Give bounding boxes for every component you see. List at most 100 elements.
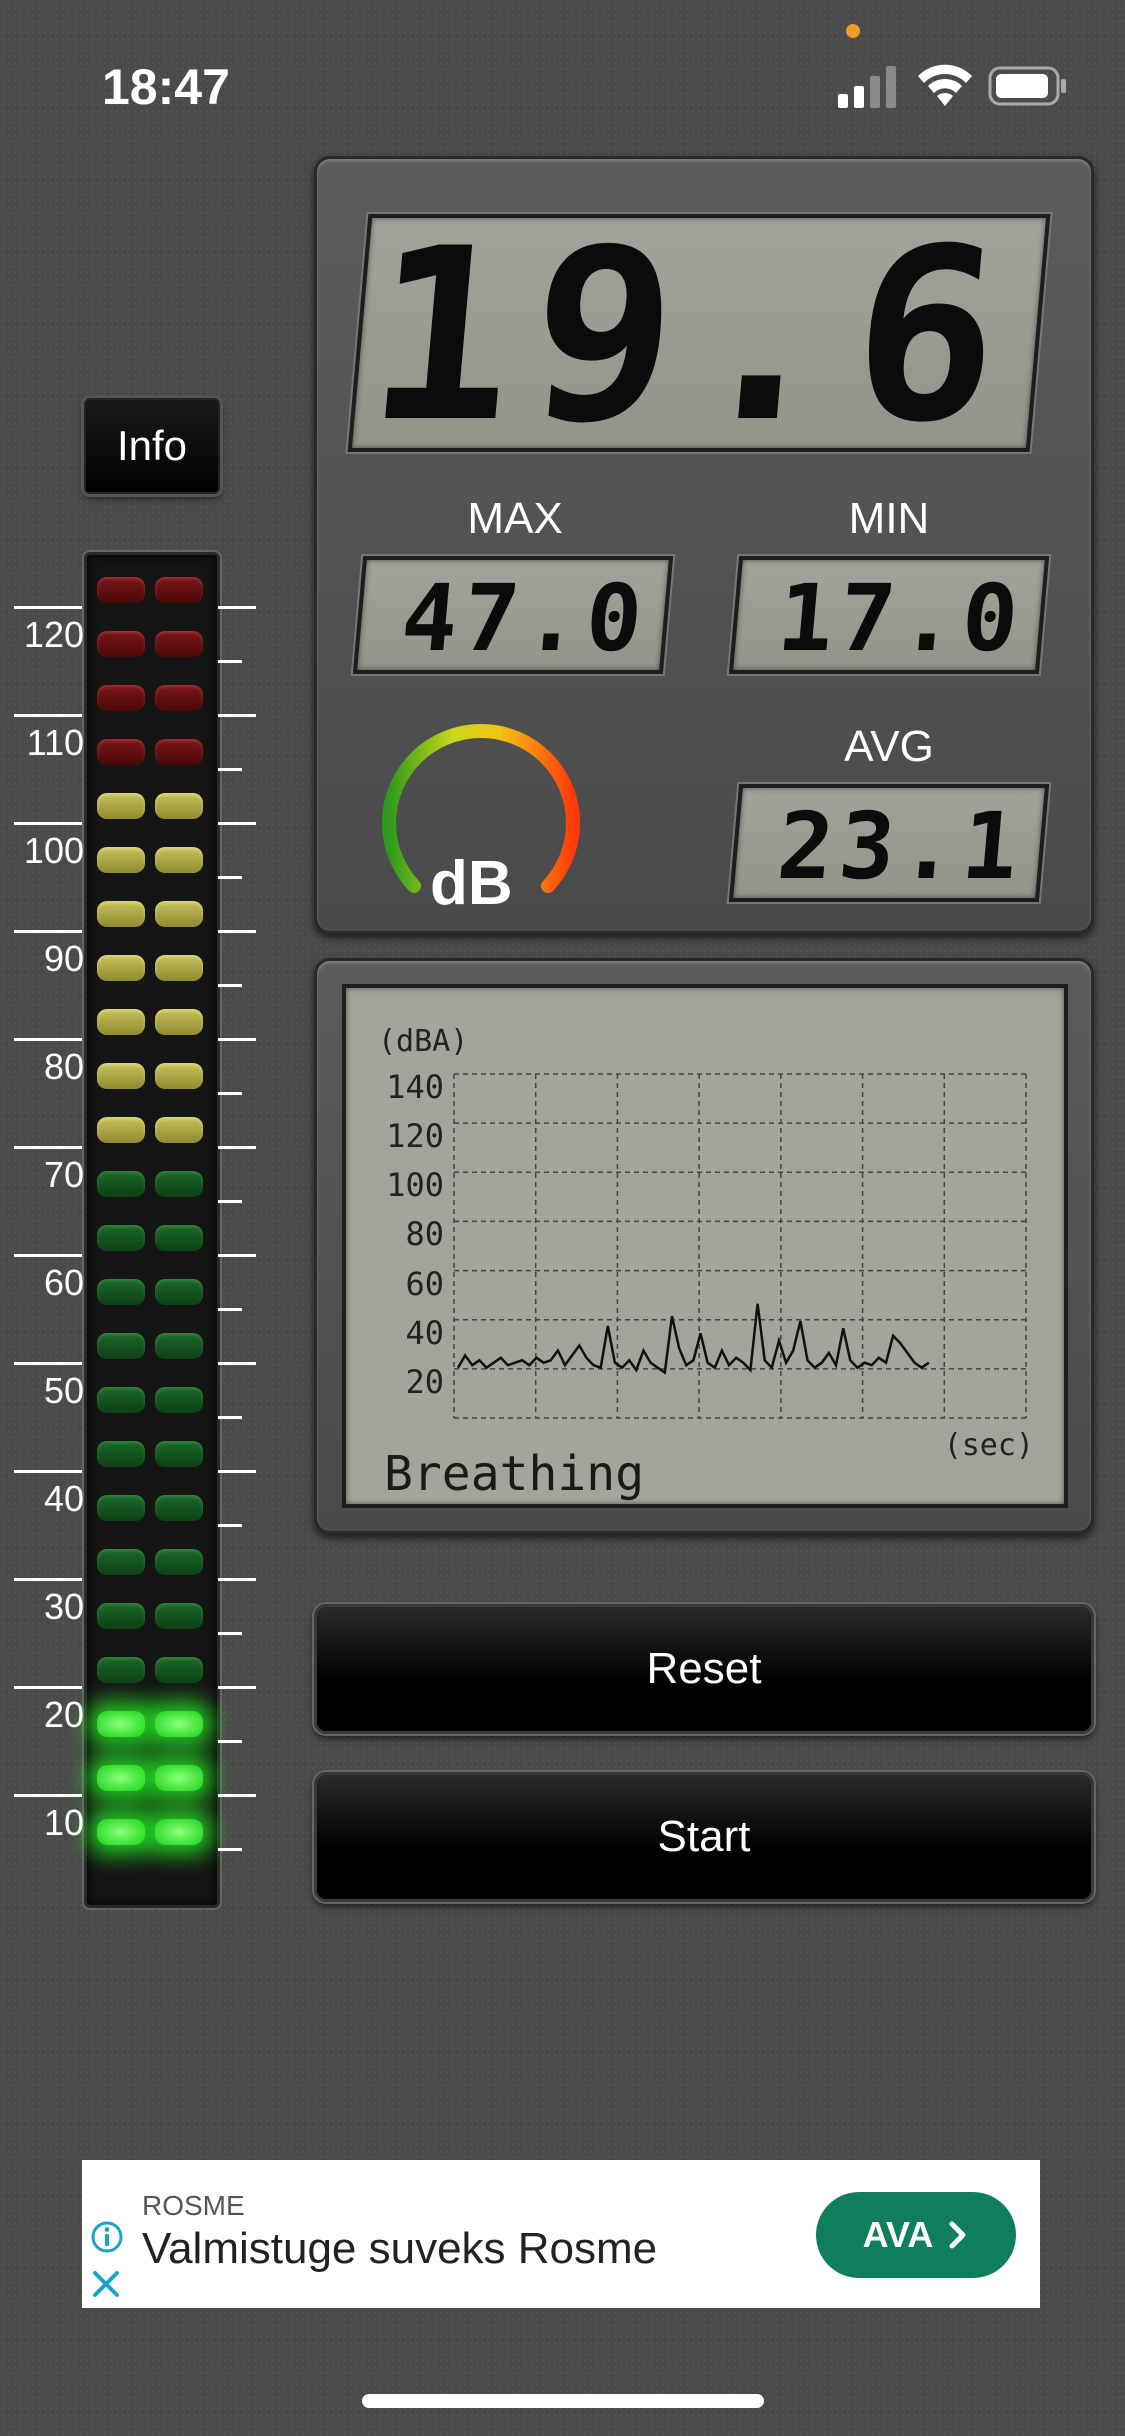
scale-tick <box>218 1470 256 1473</box>
ad-cta-button[interactable]: AVA <box>816 2192 1016 2278</box>
scale-tick <box>218 930 256 933</box>
graph-y-tick-label: 100 <box>386 1166 444 1205</box>
led-segment <box>97 1063 145 1089</box>
ad-info-icon[interactable] <box>90 2220 124 2254</box>
led-segment <box>97 1225 145 1251</box>
scale-tick <box>218 1848 242 1851</box>
graph-y-tick-label: 20 <box>405 1362 444 1401</box>
scale-tick <box>218 822 256 825</box>
scale-tick <box>14 1794 82 1797</box>
reset-button[interactable]: Reset <box>314 1604 1094 1734</box>
led-segment <box>97 847 145 873</box>
scale-label: 60 <box>43 1262 84 1303</box>
scale-label: 70 <box>43 1154 84 1195</box>
max-value-display: 47.0 <box>352 556 674 674</box>
scale-tick <box>218 1632 242 1635</box>
scale-tick <box>218 1794 256 1797</box>
start-button[interactable]: Start <box>314 1772 1094 1902</box>
scale-tick <box>218 984 242 987</box>
led-segment <box>97 955 145 981</box>
scale-tick <box>218 1200 242 1203</box>
scale-label: 20 <box>43 1694 84 1735</box>
led-segment <box>155 1171 203 1197</box>
current-db-display: 19.6 <box>347 198 1051 475</box>
scale-label: 10 <box>43 1802 84 1843</box>
scale-tick <box>218 606 256 609</box>
scale-tick <box>218 1740 242 1743</box>
led-segment <box>97 685 145 711</box>
camera-indicator-dot <box>846 24 860 38</box>
scale-label: 90 <box>43 938 84 979</box>
ad-close-icon[interactable] <box>90 2268 122 2300</box>
led-segment <box>155 631 203 657</box>
scale-tick <box>218 1038 256 1041</box>
scale-tick <box>14 1470 82 1473</box>
led-segment <box>155 1603 203 1629</box>
scale-tick <box>14 606 82 609</box>
ad-banner[interactable]: ROSME Valmistuge suveks Rosme AVA <box>82 2160 1040 2308</box>
scale-label: 100 <box>23 830 84 871</box>
led-segment <box>97 1495 145 1521</box>
scale-tick <box>218 1362 256 1365</box>
avg-value-display: 23.1 <box>728 784 1050 902</box>
scale-label: 40 <box>43 1478 84 1519</box>
led-segment <box>97 1819 145 1845</box>
ad-cta-label: AVA <box>862 2214 934 2255</box>
led-segment <box>155 1387 203 1413</box>
led-segment <box>155 1441 203 1467</box>
led-segment <box>155 1549 203 1575</box>
scale-label: 30 <box>43 1586 84 1627</box>
max-label: MAX <box>467 494 563 543</box>
chevron-right-icon <box>949 2221 966 2249</box>
scale-label: 50 <box>43 1370 84 1411</box>
led-segment <box>155 1711 203 1737</box>
scale-tick <box>14 822 82 825</box>
led-segment <box>155 685 203 711</box>
min-label: MIN <box>848 494 930 543</box>
scale-tick <box>218 1686 256 1689</box>
led-segment <box>97 1711 145 1737</box>
ad-brand: ROSME <box>142 2190 245 2221</box>
scale-tick <box>14 930 82 933</box>
home-indicator <box>362 2394 764 2408</box>
led-segment <box>155 847 203 873</box>
graph-x-unit-label: (sec) <box>943 1428 1034 1463</box>
scale-label: 80 <box>43 1046 84 1087</box>
led-level-meter <box>84 552 220 1908</box>
scale-tick <box>14 714 82 717</box>
graph-y-tick-label: 60 <box>405 1264 444 1303</box>
led-segment <box>97 1009 145 1035</box>
scale-tick <box>218 768 242 771</box>
led-segment <box>155 739 203 765</box>
led-segment <box>97 1117 145 1143</box>
scale-tick <box>218 876 242 879</box>
led-segment <box>155 1765 203 1791</box>
status-time: 18:47 <box>102 59 230 115</box>
scale-tick <box>218 1578 256 1581</box>
ad-title[interactable]: Valmistuge suveks Rosme <box>142 2224 657 2274</box>
scale-label: 120 <box>23 614 84 655</box>
led-segment <box>155 1117 203 1143</box>
led-segment <box>155 1009 203 1035</box>
avg-label: AVG <box>844 722 934 771</box>
scale-tick <box>218 1092 242 1095</box>
led-segment <box>155 793 203 819</box>
led-segment <box>155 1333 203 1359</box>
led-segment <box>155 1225 203 1251</box>
led-segment <box>97 1171 145 1197</box>
graph-y-tick-label: 120 <box>386 1117 444 1156</box>
led-segment <box>97 1279 145 1305</box>
scale-tick <box>218 1524 242 1527</box>
scale-tick <box>218 1254 256 1257</box>
scale-tick <box>14 1038 82 1041</box>
led-segment <box>97 1657 145 1683</box>
info-button[interactable]: Info <box>84 398 220 494</box>
led-segment <box>155 1495 203 1521</box>
led-segment <box>97 1549 145 1575</box>
scale-tick <box>14 1254 82 1257</box>
led-segment <box>155 1819 203 1845</box>
scale-tick <box>218 1308 242 1311</box>
led-segment <box>155 1063 203 1089</box>
led-segment <box>97 739 145 765</box>
battery-icon <box>988 66 1066 106</box>
